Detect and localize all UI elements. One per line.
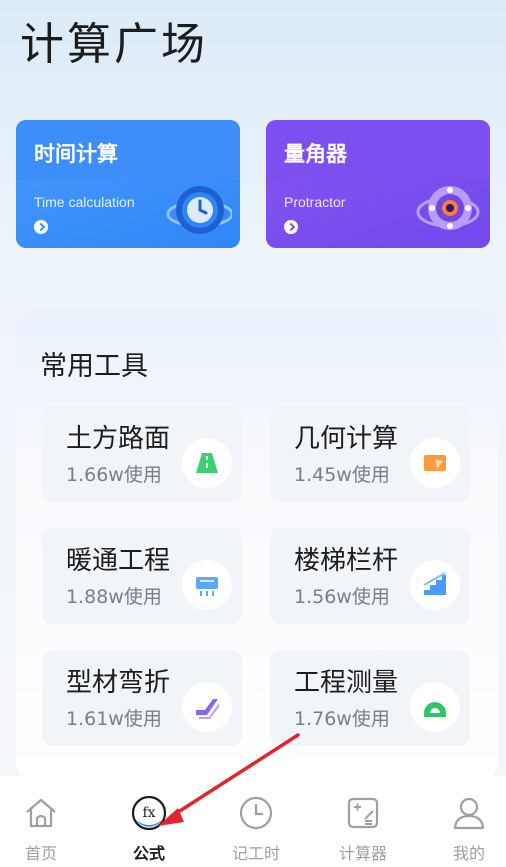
- tool-profile-bending[interactable]: 型材弯折 1.61w使用: [42, 650, 242, 746]
- tab-label: 我的: [452, 844, 485, 863]
- formula-fx-icon: fx: [131, 795, 167, 831]
- tool-usage: 1.45w使用: [294, 464, 390, 486]
- geometry-icon: [410, 438, 460, 488]
- card-title: 时间计算: [34, 142, 118, 166]
- tab-profile[interactable]: 我的: [434, 794, 504, 864]
- tab-home[interactable]: 首页: [6, 794, 76, 864]
- tool-usage: 1.88w使用: [66, 586, 162, 608]
- user-icon: [453, 797, 485, 830]
- protractor-measure-icon: [410, 682, 460, 732]
- tool-stairs-railing[interactable]: 楼梯栏杆 1.56w使用: [270, 528, 470, 624]
- card-subtitle: Time calculation: [34, 194, 135, 210]
- svg-text:fx: fx: [142, 805, 155, 821]
- tool-usage: 1.66w使用: [66, 464, 162, 486]
- profile-bend-icon: [182, 682, 232, 732]
- chevron-right-icon: [284, 220, 298, 234]
- tool-name: 暖通工程: [66, 546, 171, 576]
- tab-label: 记工时: [231, 844, 280, 863]
- card-title: 量角器: [284, 142, 347, 166]
- time-calculation-card[interactable]: 时间计算 Time calculation: [16, 120, 240, 248]
- tab-label: 首页: [24, 844, 57, 863]
- tool-usage: 1.61w使用: [66, 708, 162, 730]
- common-tools-section: 常用工具 土方路面 1.66w使用 几何计算 1.45w使用 暖通工程 1.88…: [16, 310, 498, 780]
- page-title: 计算广场: [20, 19, 208, 70]
- tool-name: 工程测量: [294, 668, 399, 698]
- tab-label: 公式: [132, 844, 165, 863]
- tool-hvac[interactable]: 暖通工程 1.88w使用: [42, 528, 242, 624]
- tool-name: 几何计算: [294, 424, 399, 454]
- section-title: 常用工具: [40, 351, 148, 382]
- tool-engineering-survey[interactable]: 工程测量 1.76w使用: [270, 650, 470, 746]
- air-conditioner-icon: [182, 560, 232, 610]
- home-icon: [26, 798, 56, 828]
- clock-icon: [239, 796, 273, 830]
- tab-work-hours[interactable]: 记工时: [221, 794, 291, 864]
- tab-calculator[interactable]: 计算器: [328, 794, 398, 864]
- tool-name: 土方路面: [66, 424, 171, 454]
- tool-usage: 1.76w使用: [294, 708, 390, 730]
- tool-name: 型材弯折: [66, 668, 171, 698]
- clock-icon: [166, 186, 232, 234]
- tool-usage: 1.56w使用: [294, 586, 390, 608]
- stairs-icon: [410, 560, 460, 610]
- protractor-card[interactable]: 量角器 Protractor: [266, 120, 490, 248]
- tab-formula[interactable]: fx 公式: [114, 794, 184, 864]
- chevron-right-icon: [34, 220, 48, 234]
- tab-label: 计算器: [338, 844, 387, 863]
- calculator-icon: [347, 797, 379, 829]
- road-icon: [182, 438, 232, 488]
- tool-geometry[interactable]: 几何计算 1.45w使用: [270, 406, 470, 502]
- tool-earthwork-road[interactable]: 土方路面 1.66w使用: [42, 406, 242, 502]
- bottom-tab-bar: 首页 fx 公式 记工时 计算器 我的: [0, 776, 506, 867]
- card-subtitle: Protractor: [284, 194, 346, 210]
- tool-name: 楼梯栏杆: [294, 546, 399, 576]
- protractor-icon: [416, 186, 480, 230]
